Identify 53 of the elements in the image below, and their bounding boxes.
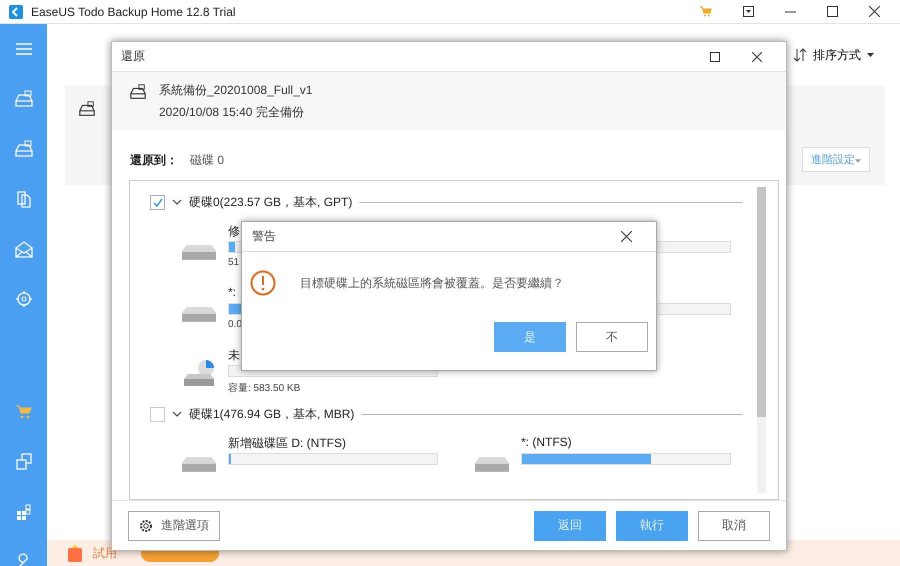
target-label: 還原到： bbox=[130, 152, 178, 168]
caret-icon bbox=[855, 159, 861, 163]
scrollbar-thumb[interactable] bbox=[757, 187, 766, 417]
drive-icon bbox=[182, 307, 216, 322]
disk-label: 硬碟0(223.57 GB，基本, GPT) bbox=[189, 194, 352, 210]
dialog-title: 警告 bbox=[252, 228, 276, 245]
disk-checkbox[interactable] bbox=[150, 194, 165, 210]
partition-detail: 51 bbox=[228, 257, 240, 268]
backup-name: 系統備份_20201008_Full_v1 bbox=[159, 82, 312, 98]
dropdown-icon[interactable] bbox=[743, 6, 754, 17]
partition-name: 新增磁碟區 D: (NTFS) bbox=[228, 435, 346, 449]
target-value: 磁碟 0 bbox=[190, 152, 224, 168]
maximize-icon[interactable] bbox=[710, 52, 720, 62]
drive-icon bbox=[182, 457, 216, 472]
window-title: EaseUS Todo Backup Home 12.8 Trial bbox=[31, 4, 236, 18]
cart-icon[interactable] bbox=[700, 6, 712, 17]
chevron-icon[interactable] bbox=[172, 411, 182, 417]
disk-icon bbox=[129, 83, 147, 101]
disk-checkbox[interactable] bbox=[150, 406, 165, 422]
check-icon bbox=[152, 198, 162, 206]
partition-detail: 容量: 583.50 KB bbox=[228, 382, 300, 395]
dialog-button[interactable]: 不 bbox=[576, 322, 648, 352]
partition-name: 未 bbox=[228, 347, 240, 361]
chevron-icon[interactable] bbox=[172, 199, 182, 205]
disk-icon bbox=[78, 100, 96, 118]
caret-icon bbox=[867, 53, 874, 57]
disk-chart-icon bbox=[182, 359, 216, 389]
gear-icon bbox=[139, 518, 153, 532]
sort-icon bbox=[793, 48, 807, 62]
partition-name: *: bbox=[228, 285, 236, 299]
advanced-options-button[interactable]: 進階選項 bbox=[128, 510, 220, 540]
envelope-icon[interactable] bbox=[14, 239, 34, 259]
shopping-bag-icon bbox=[67, 544, 83, 562]
partition-name: *: (NTFS) bbox=[521, 435, 572, 449]
warning-message: 目標硬碟上的系統磁區將會被覆蓋。是否要繼續？ bbox=[300, 274, 564, 292]
drive-icon bbox=[182, 245, 216, 260]
sort-dropdown[interactable]: 排序方式 bbox=[787, 44, 880, 66]
warning-icon bbox=[250, 270, 276, 296]
disk-label: 硬碟1(476.94 GB，基本, MBR) bbox=[189, 406, 354, 422]
app-logo-icon bbox=[9, 4, 23, 18]
maximize-icon[interactable] bbox=[827, 6, 838, 17]
clone-icon[interactable] bbox=[14, 452, 34, 472]
close-icon[interactable] bbox=[869, 6, 880, 17]
close-icon[interactable] bbox=[621, 231, 632, 242]
backup-date: 2020/10/08 15:40 完全備份 bbox=[159, 104, 305, 120]
dialog-title: 還原 bbox=[121, 48, 145, 65]
dialog-button[interactable]: 取消 bbox=[698, 510, 770, 540]
target-icon[interactable] bbox=[14, 289, 34, 309]
drive-icon bbox=[475, 457, 509, 472]
close-icon[interactable] bbox=[752, 52, 762, 62]
partition-name: 修 bbox=[228, 223, 240, 237]
disk-icon[interactable] bbox=[14, 139, 34, 159]
disk-icon[interactable] bbox=[14, 89, 34, 109]
